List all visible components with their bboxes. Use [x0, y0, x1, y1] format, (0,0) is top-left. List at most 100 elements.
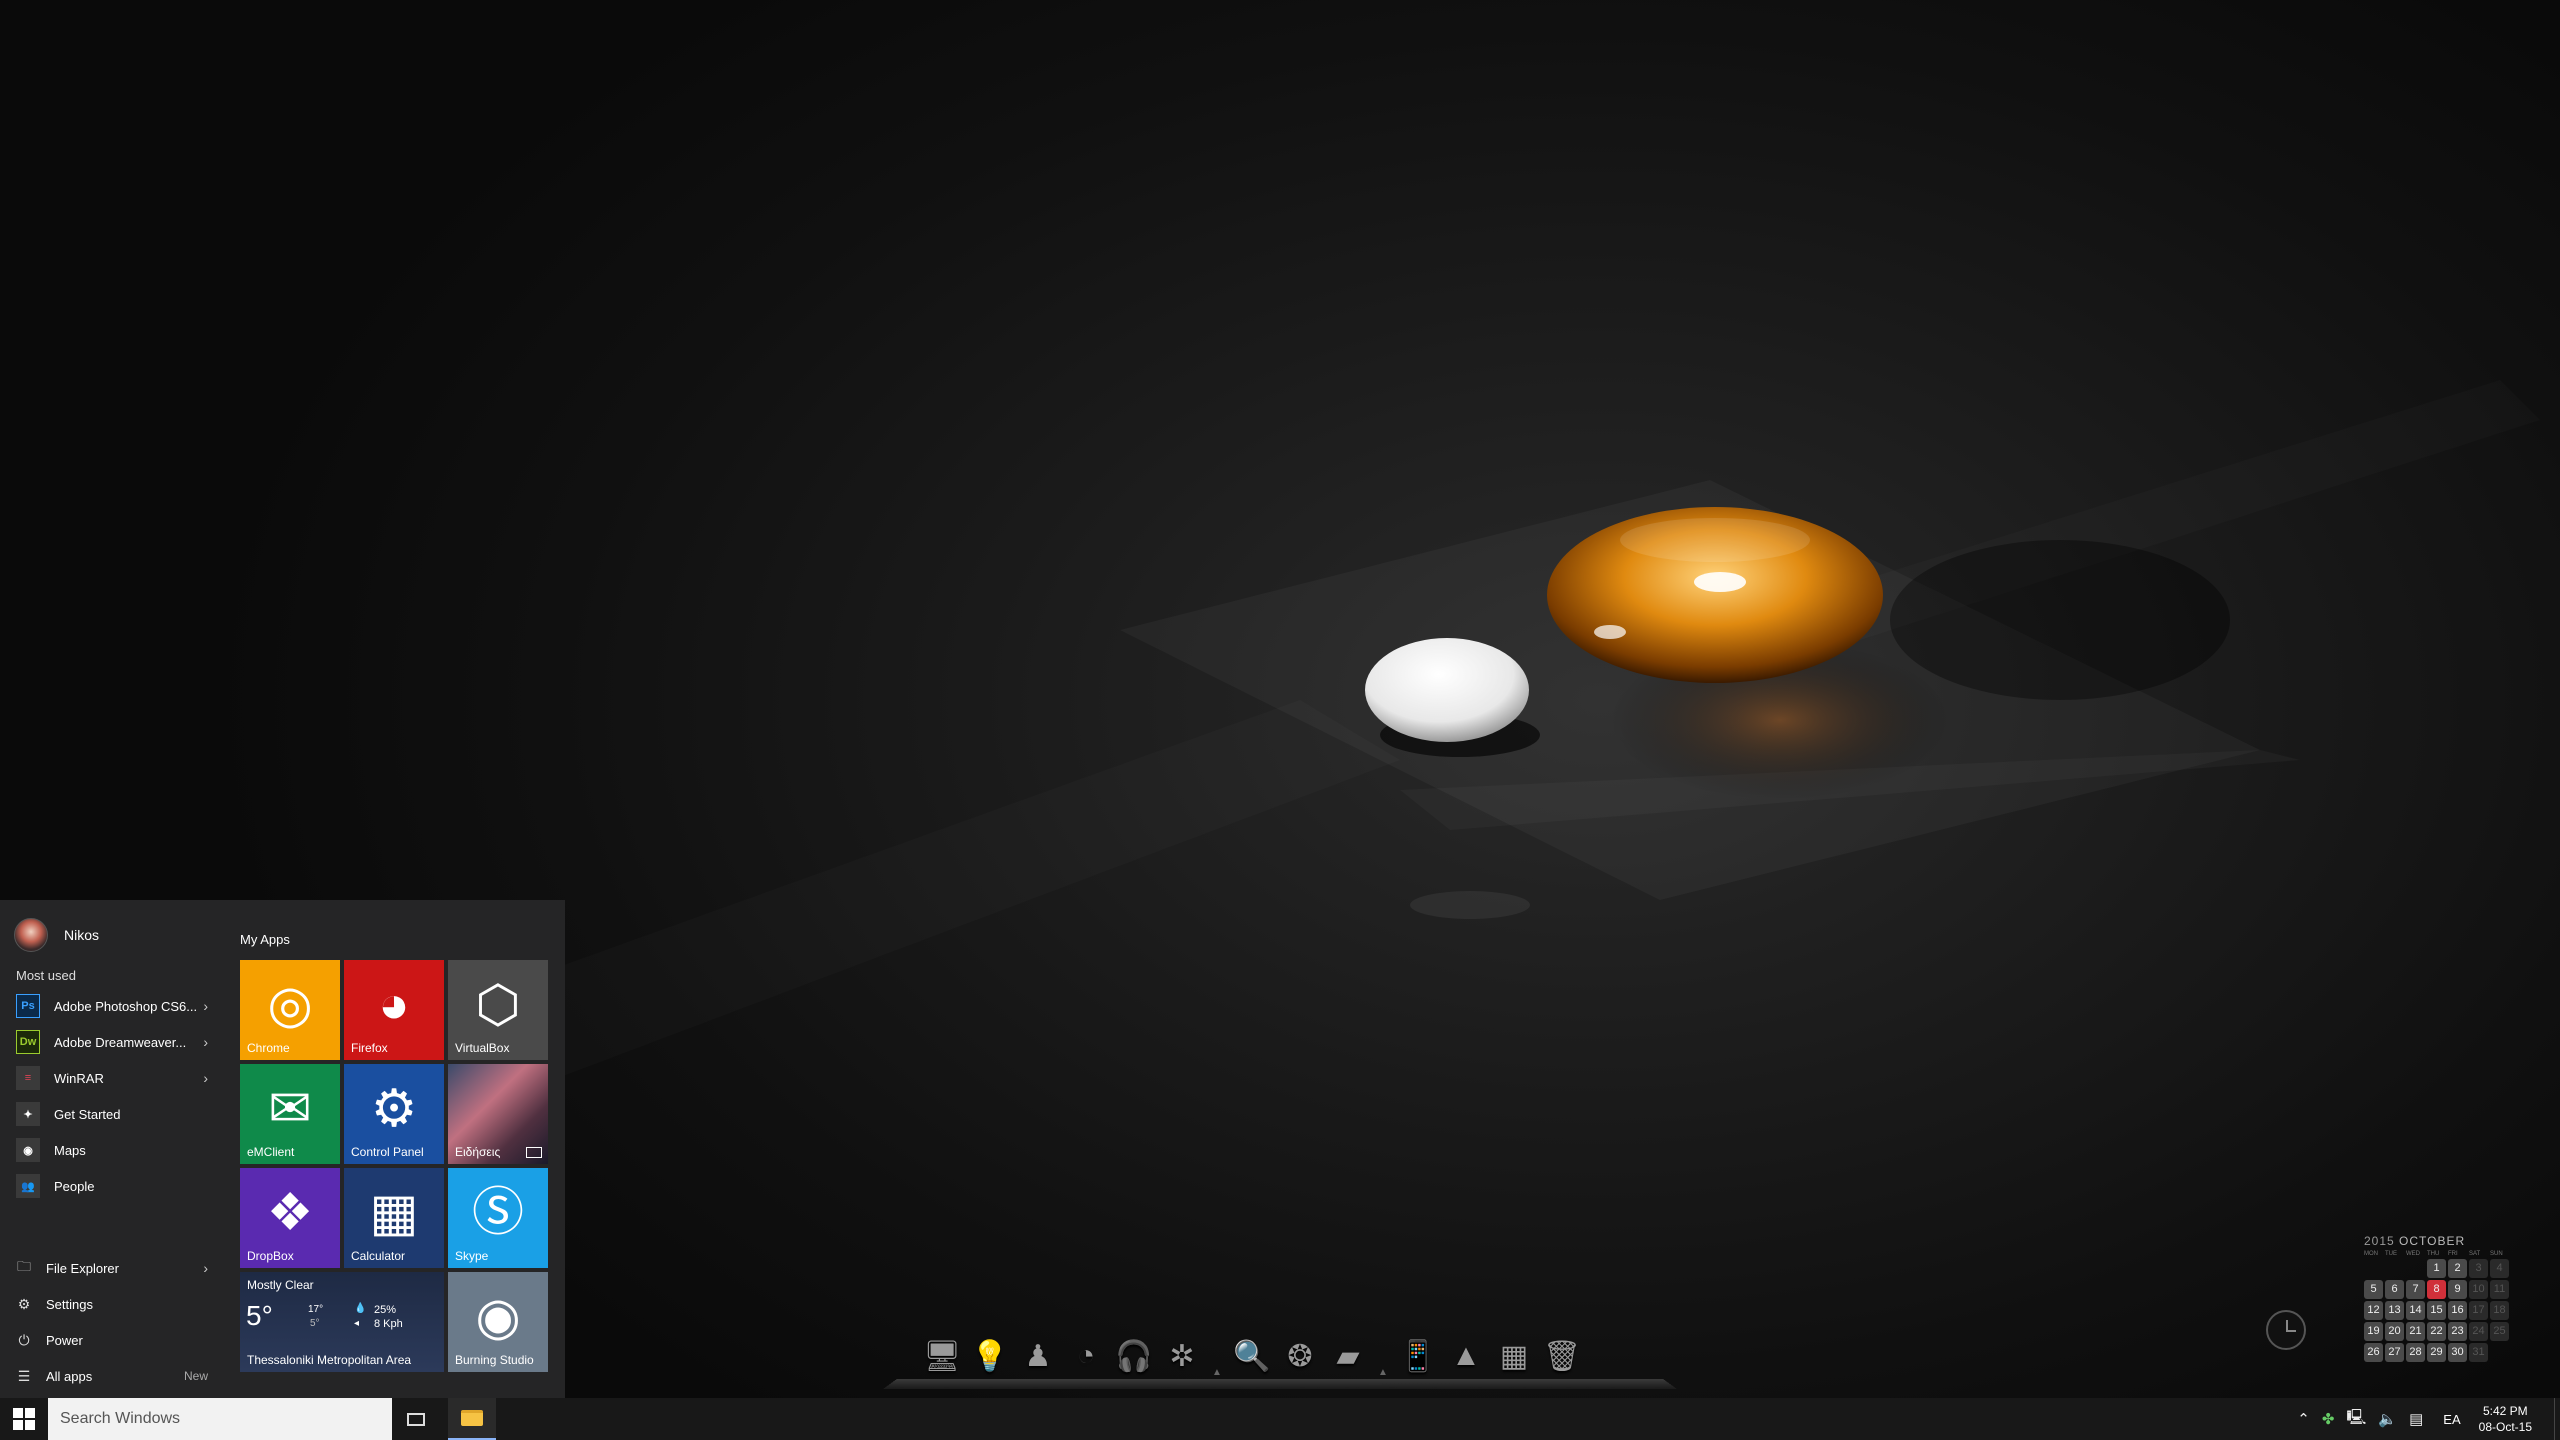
wind-icon: ◂ — [354, 1318, 360, 1329]
calendar-day[interactable]: 5 — [2364, 1280, 2383, 1299]
tile-calculator[interactable]: ▦ Calculator — [344, 1168, 444, 1268]
monitor-icon[interactable]: 🖥 — [920, 1334, 964, 1378]
file-explorer-item[interactable]: 🗀 File Explorer › — [0, 1250, 220, 1286]
tile-virtualbox[interactable]: ⬡ VirtualBox — [448, 960, 548, 1060]
tile-weather[interactable]: Mostly Clear 5° 17° 5° 💧 25% ◂ 8 Kph The… — [240, 1272, 444, 1372]
calendar-day[interactable]: 23 — [2448, 1322, 2467, 1341]
weather-condition: Mostly Clear — [247, 1278, 314, 1292]
tile-skype[interactable]: Ⓢ Skype — [448, 1168, 548, 1268]
calendar-day[interactable]: 15 — [2427, 1301, 2446, 1320]
film-reel-icon[interactable]: ✲ — [1160, 1334, 1204, 1378]
app-label: Maps — [54, 1142, 86, 1158]
calendar-day[interactable]: 14 — [2406, 1301, 2425, 1320]
phone-icon[interactable]: 📱 — [1396, 1334, 1440, 1378]
app-tray-icon[interactable]: ✤ — [2322, 1410, 2335, 1428]
sys-label: Power — [46, 1332, 83, 1348]
drive-icon[interactable]: ▰ — [1326, 1334, 1370, 1378]
network-icon[interactable]: 🖳 — [2346, 1407, 2366, 1432]
calendar-day[interactable]: 1 — [2427, 1259, 2446, 1278]
calendar-day[interactable]: 18 — [2490, 1301, 2509, 1320]
file-explorer-taskbar-button[interactable] — [448, 1398, 496, 1440]
new-badge: New — [183, 1369, 208, 1383]
chevron-right-icon[interactable]: › — [203, 1070, 208, 1086]
calendar-day[interactable]: 24 — [2469, 1322, 2488, 1341]
trash-icon[interactable]: 🗑 — [1540, 1334, 1584, 1378]
calendar-day[interactable]: 11 — [2490, 1280, 2509, 1299]
taskbar-clock[interactable]: 5:42 PM 08-Oct-15 — [2479, 1403, 2532, 1435]
calendar-widget: 2015 OCTOBER MON TUE WED THU FRI SAT SUN… — [2364, 1234, 2514, 1364]
calculator-icon[interactable]: ▦ — [1492, 1334, 1536, 1378]
tile-label: Calculator — [351, 1249, 406, 1263]
clock-icon[interactable]: ◔ — [1064, 1334, 1108, 1378]
calendar-day[interactable]: 25 — [2490, 1322, 2509, 1341]
user-icon[interactable]: ♟ — [1016, 1334, 1060, 1378]
tile-firefox[interactable]: ◕ Firefox — [344, 960, 444, 1060]
tile-dropbox[interactable]: ❖ DropBox — [240, 1168, 340, 1268]
calendar-day[interactable]: 4 — [2490, 1259, 2509, 1278]
lightbulb-icon[interactable]: 💡 — [968, 1334, 1012, 1378]
tile-label: VirtualBox — [455, 1041, 510, 1055]
calendar-header: 2015 OCTOBER — [2364, 1234, 2514, 1248]
calendar-day[interactable]: 30 — [2448, 1343, 2467, 1362]
tile-emclient[interactable]: ✉ eMClient — [240, 1064, 340, 1164]
tile-label: Skype — [455, 1249, 489, 1263]
calendar-day[interactable]: 26 — [2364, 1343, 2383, 1362]
calendar-day[interactable]: 6 — [2385, 1280, 2404, 1299]
calendar-day[interactable]: 20 — [2385, 1322, 2404, 1341]
calendar-day[interactable]: 3 — [2469, 1259, 2488, 1278]
calendar-day[interactable]: 16 — [2448, 1301, 2467, 1320]
calendar-day[interactable]: 31 — [2469, 1343, 2488, 1362]
calendar-day[interactable]: 10 — [2469, 1280, 2488, 1299]
humidity-icon: 💧 — [354, 1303, 367, 1314]
settings-item[interactable]: ⚙ Settings — [0, 1286, 220, 1322]
calendar-day-today[interactable]: 8 — [2427, 1280, 2446, 1299]
news-icon — [526, 1147, 542, 1158]
chevron-up-icon[interactable]: ⌃ — [2297, 1410, 2310, 1428]
volume-icon[interactable]: 🔈 — [2378, 1410, 2397, 1428]
calendar-day[interactable]: 17 — [2469, 1301, 2488, 1320]
calendar-day[interactable]: 27 — [2385, 1343, 2404, 1362]
calendar-day[interactable]: 21 — [2406, 1322, 2425, 1341]
tile-news[interactable]: Ειδήσεις — [448, 1064, 548, 1164]
app-label: Adobe Photoshop CS6... — [54, 998, 198, 1014]
lightbulb-icon: ✦ — [16, 1102, 40, 1126]
calendar-day[interactable]: 29 — [2427, 1343, 2446, 1362]
gear-icon: ⚙ — [370, 1080, 418, 1138]
calendar-day[interactable]: 13 — [2385, 1301, 2404, 1320]
calendar-day[interactable]: 7 — [2406, 1280, 2425, 1299]
bubbles-icon[interactable]: ❂ — [1278, 1334, 1322, 1378]
calendar-day[interactable]: 12 — [2364, 1301, 2383, 1320]
tile-control-panel[interactable]: ⚙ Control Panel — [344, 1064, 444, 1164]
app-item-winrar[interactable]: ≡ WinRAR › — [0, 1060, 220, 1096]
headphones-icon[interactable]: 🎧 — [1112, 1334, 1156, 1378]
app-item-photoshop[interactable]: Ps Adobe Photoshop CS6... › — [0, 988, 220, 1024]
power-item[interactable]: ⏻ Power — [0, 1322, 220, 1358]
triangle-icon[interactable]: ▲ — [1444, 1334, 1488, 1378]
dock-shelf — [883, 1379, 1677, 1390]
chevron-right-icon[interactable]: › — [203, 1260, 208, 1276]
weekday-label: MON — [2364, 1251, 2378, 1257]
task-view-button[interactable] — [400, 1398, 432, 1440]
calendar-day[interactable]: 28 — [2406, 1343, 2425, 1362]
tile-chrome[interactable]: ◎ Chrome — [240, 960, 340, 1060]
input-language[interactable]: EA — [2443, 1412, 2460, 1427]
show-desktop-button[interactable] — [2554, 1398, 2560, 1440]
magnifier-icon[interactable]: 🔍 — [1230, 1334, 1274, 1378]
app-item-get-started[interactable]: ✦ Get Started — [0, 1096, 220, 1132]
tile-label: Ειδήσεις — [455, 1145, 501, 1159]
app-item-people[interactable]: 👥 People — [0, 1168, 220, 1204]
action-center-icon[interactable]: ▤ — [2409, 1410, 2423, 1428]
tile-burning-studio[interactable]: ◉ Burning Studio — [448, 1272, 548, 1372]
chevron-right-icon[interactable]: › — [203, 998, 208, 1014]
start-button[interactable] — [0, 1398, 48, 1440]
chevron-right-icon[interactable]: › — [203, 1034, 208, 1050]
user-account[interactable]: Nikos — [14, 918, 99, 952]
app-item-dreamweaver[interactable]: Dw Adobe Dreamweaver... › — [0, 1024, 220, 1060]
all-apps-item[interactable]: ☰ All apps New — [0, 1358, 220, 1394]
calendar-day[interactable]: 19 — [2364, 1322, 2383, 1341]
calendar-day[interactable]: 22 — [2427, 1322, 2446, 1341]
calendar-day[interactable]: 2 — [2448, 1259, 2467, 1278]
app-item-maps[interactable]: ◉ Maps — [0, 1132, 220, 1168]
calendar-day[interactable]: 9 — [2448, 1280, 2467, 1299]
search-input[interactable]: Search Windows — [48, 1398, 392, 1440]
